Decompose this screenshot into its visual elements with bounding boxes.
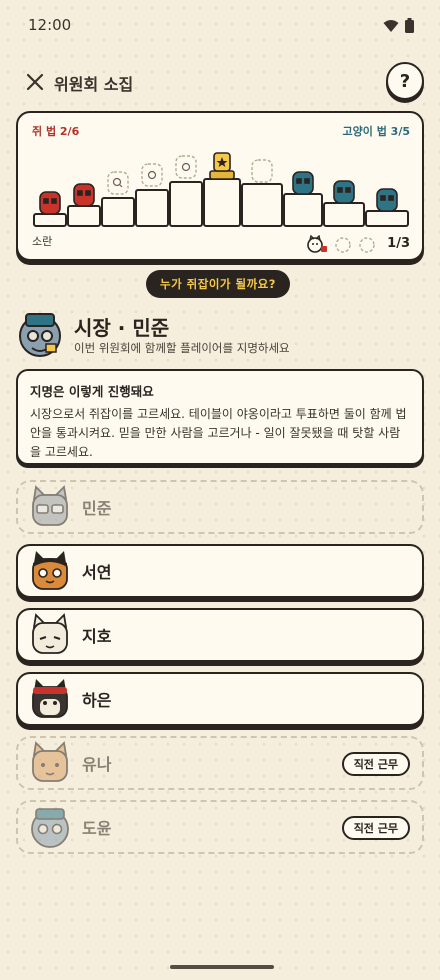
previous-term-badge: 직전 근무 xyxy=(341,816,410,840)
player-card-jiho[interactable]: 지호 xyxy=(16,608,424,662)
cat-avatar xyxy=(32,679,68,718)
empty-token-icon xyxy=(359,237,375,253)
player-card-seoyeon[interactable]: 서연 xyxy=(16,544,424,598)
mayor-name: 시장 · 민준 xyxy=(74,316,170,340)
trophy-icon xyxy=(209,152,235,180)
chaos-label: 소란 xyxy=(32,235,53,248)
step-5 xyxy=(169,181,203,227)
chaos-tokens xyxy=(306,235,376,253)
player-name: 유나 xyxy=(82,755,112,774)
previous-term-badge: 직전 근무 xyxy=(341,752,410,776)
angry-cat-icon xyxy=(307,235,327,253)
mayor-header: 시장 · 민준 이번 위원회에 함께할 플레이어를 지명하세요 xyxy=(16,310,424,360)
player-name: 하은 xyxy=(82,691,112,710)
step-6 xyxy=(203,178,241,227)
info-card: 지명은 이렇게 진행돼요 시장으로서 쥐잡이를 고르세요. 테이블이 야옹이라고… xyxy=(16,369,424,465)
player-name: 도윤 xyxy=(82,819,112,838)
mouse-token xyxy=(39,191,61,215)
close-icon[interactable] xyxy=(24,71,46,93)
status-time: 12:00 xyxy=(28,16,72,34)
law-track-board: 쥐 법 2/6 고양이 법 3/5 소란 1/3 xyxy=(16,111,424,261)
player-card-haeun[interactable]: 하은 xyxy=(16,672,424,726)
cat-token xyxy=(376,188,398,212)
cat-token xyxy=(333,180,355,204)
empty-token-icon xyxy=(335,237,351,253)
mouse-token xyxy=(73,183,95,207)
cat-avatar xyxy=(32,551,68,590)
player-card-minjun: 민준 xyxy=(16,480,424,534)
player-name: 서연 xyxy=(82,563,112,582)
top-bar: 위원회 소집 ? xyxy=(0,62,440,102)
step-10 xyxy=(365,210,409,227)
player-card-doyun: 도윤 직전 근무 xyxy=(16,800,424,854)
mayor-avatar xyxy=(19,313,61,357)
help-button[interactable]: ? xyxy=(386,62,424,100)
step-3 xyxy=(101,197,135,227)
info-body: 시장으로서 쥐잡이를 고르세요. 테이블이 야옹이라고 투표하면 둘이 함께 법… xyxy=(30,407,407,459)
step-7 xyxy=(241,183,283,227)
step-4 xyxy=(135,189,169,227)
status-icons xyxy=(383,18,414,33)
cat-avatar xyxy=(31,808,69,848)
battery-icon xyxy=(405,18,414,33)
status-bar: 12:00 xyxy=(0,0,440,52)
page-title: 위원회 소집 xyxy=(54,75,134,94)
step-2 xyxy=(67,205,101,227)
player-name: 민준 xyxy=(82,499,112,518)
step-1 xyxy=(33,213,67,227)
cat-token xyxy=(292,171,314,195)
player-card-yuna: 유나 직전 근무 xyxy=(16,736,424,790)
chaos-counter: 1/3 xyxy=(387,236,410,251)
cat-avatar xyxy=(32,485,68,526)
cat-avatar xyxy=(32,741,68,782)
mayor-subtitle: 이번 위원회에 함께할 플레이어를 지명하세요 xyxy=(74,341,290,355)
step-8 xyxy=(283,193,323,227)
home-indicator[interactable] xyxy=(170,965,274,969)
step-9 xyxy=(323,202,365,227)
player-name: 지호 xyxy=(82,627,112,646)
wifi-icon xyxy=(383,19,399,32)
info-title: 지명은 이렇게 진행돼요 xyxy=(30,384,154,399)
cat-avatar xyxy=(32,613,68,654)
question-pill: 누가 쥐잡이가 될까요? xyxy=(146,270,290,298)
